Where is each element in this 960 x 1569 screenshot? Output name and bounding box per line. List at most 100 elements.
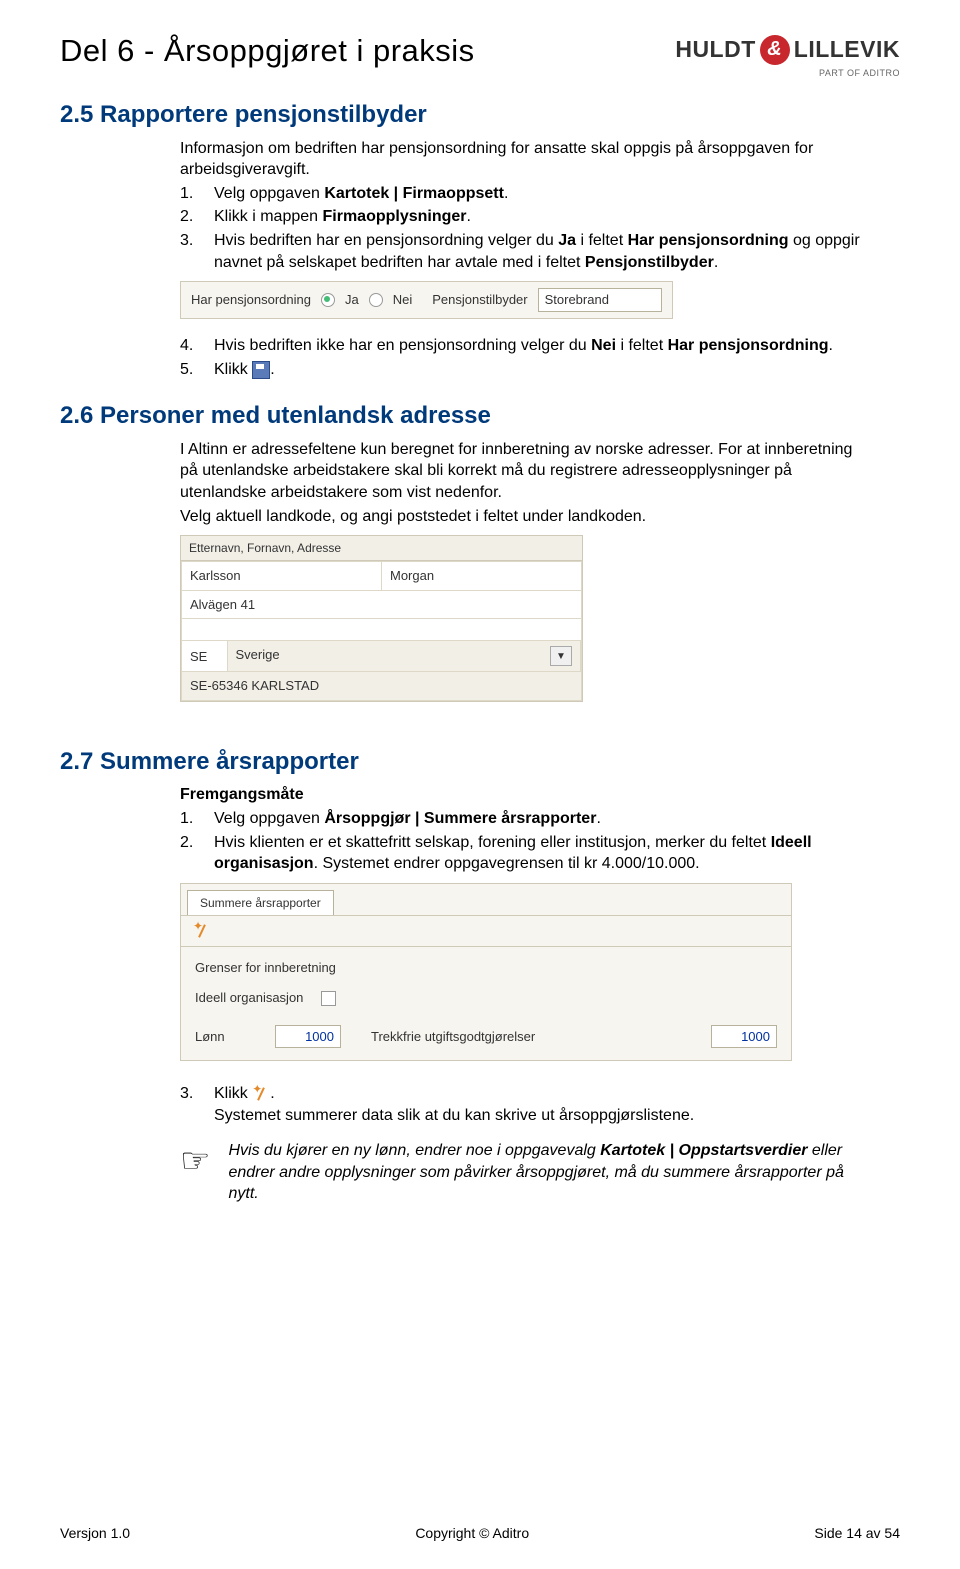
label-nei: Nei <box>393 291 413 309</box>
txt: Hvis klienten er et skattefritt selskap,… <box>214 832 870 875</box>
label-har-pensjon: Har pensjonsordning <box>191 291 311 309</box>
li-2-5-5: 5. Klikk . <box>180 359 870 381</box>
txt: Hvis bedriften ikke har en pensjonsordni… <box>214 335 870 357</box>
t: Klikk <box>214 1085 252 1102</box>
radio-ja[interactable] <box>321 293 335 307</box>
t: . <box>504 185 508 202</box>
t: Hvis bedriften har en pensjonsordning ve… <box>214 232 558 249</box>
label-pensjonstilbyder: Pensjonstilbyder <box>432 291 527 309</box>
input-landkode[interactable]: SE <box>182 641 227 671</box>
t: Hvis bedriften ikke har en pensjonsordni… <box>214 337 591 354</box>
t: . <box>829 337 833 354</box>
li-2-5-4: 4. Hvis bedriften ikke har en pensjonsor… <box>180 335 870 357</box>
input-pensjonstilbyder[interactable]: Storebrand <box>538 288 662 312</box>
fig2-header-label: Etternavn, Fornavn, Adresse <box>189 541 341 555</box>
txt: Velg oppgaven Årsoppgjør | Summere årsra… <box>214 808 870 830</box>
input-lonn[interactable]: 1000 <box>275 1025 341 1049</box>
input-adresse[interactable]: Alvägen 41 <box>182 590 582 619</box>
readonly-poststed: SE-65346 KARLSTAD <box>182 672 582 701</box>
num: 1. <box>180 808 204 830</box>
li-2-7-3: 3. Klikk . Systemet summerer data slik a… <box>180 1083 870 1126</box>
section-2-7-body: Fremgangsmåte 1. Velg oppgaven Årsoppgjø… <box>180 784 870 1205</box>
label-lonn: Lønn <box>195 1028 245 1046</box>
t: i feltet <box>616 337 668 354</box>
t: Kartotek | Firmaoppsett <box>324 185 504 202</box>
t: Årsoppgjør | Summere årsrapporter <box>324 810 596 827</box>
t: Sverige <box>236 647 280 662</box>
logo-main: HULDT & LILLEVIK <box>675 34 900 65</box>
num: 3. <box>180 1083 204 1126</box>
num: 5. <box>180 359 204 381</box>
tab-summere[interactable]: Summere årsrapporter <box>187 890 334 915</box>
fig3-body: Grenser for innberetning Ideell organisa… <box>181 947 791 1060</box>
fig-pensjonsordning: Har pensjonsordning Ja Nei Pensjonstilby… <box>180 281 673 319</box>
sub-fremgang: Fremgangsmåte <box>180 784 870 806</box>
t: . <box>270 1085 274 1102</box>
num: 2. <box>180 206 204 228</box>
header: Del 6 - Årsoppgjøret i praksis HULDT & L… <box>60 30 900 79</box>
note-box: ☞ Hvis du kjører en ny lønn, endrer noe … <box>180 1140 870 1205</box>
t: Hvis klienten er et skattefritt selskap,… <box>214 834 771 851</box>
footer-right: Side 14 av 54 <box>814 1524 900 1543</box>
t: Systemet summerer data slik at du kan sk… <box>214 1107 694 1124</box>
li-2-5-3: 3. Hvis bedriften har en pensjonsordning… <box>180 230 870 273</box>
wand-icon[interactable] <box>193 922 211 940</box>
li-2-5-2: 2. Klikk i mappen Firmaopplysninger. <box>180 206 870 228</box>
t: . <box>714 254 718 271</box>
note-text: Hvis du kjører en ny lønn, endrer noe i … <box>228 1140 870 1205</box>
t: . <box>596 810 600 827</box>
header-title: Del 6 - Årsoppgjøret i praksis <box>60 30 475 72</box>
t: Velg oppgaven <box>214 810 324 827</box>
readonly-land: Sverige ▼ <box>227 641 581 671</box>
t: Har pensjonsordning <box>628 232 789 249</box>
input-fornavn[interactable]: Morgan <box>382 562 582 591</box>
p-2-6-b: Velg aktuell landkode, og angi poststede… <box>180 506 870 528</box>
checkbox-ideell[interactable] <box>321 991 336 1006</box>
t: . Systemet endrer oppgavegrensen til kr … <box>314 855 700 872</box>
logo-subtitle: PART OF ADITRO <box>819 67 900 79</box>
input-trekk[interactable]: 1000 <box>711 1025 777 1049</box>
logo-ampersand-icon: & <box>760 35 790 65</box>
num: 1. <box>180 183 204 205</box>
logo-text-right: LILLEVIK <box>794 34 900 65</box>
t: Nei <box>591 337 616 354</box>
wand-icon[interactable] <box>252 1085 270 1103</box>
num: 2. <box>180 832 204 875</box>
heading-2-6: 2.6 Personer med utenlandsk adresse <box>60 400 900 432</box>
intro-2-5: Informasjon om bedriften har pensjonsord… <box>180 138 870 181</box>
t: Firmaopplysninger <box>323 208 467 225</box>
fig2-table: Karlsson Morgan Alvägen 41 SE Sverige ▼ <box>181 561 582 701</box>
footer: Versjon 1.0 Copyright © Aditro Side 14 a… <box>60 1524 900 1543</box>
num: 4. <box>180 335 204 357</box>
footer-left: Versjon 1.0 <box>60 1524 130 1543</box>
row-ideell: Ideell organisasjon <box>195 989 777 1007</box>
fig-summere: Summere årsrapporter Grenser for innbere… <box>180 883 792 1061</box>
t: . <box>270 361 274 378</box>
radio-nei[interactable] <box>369 293 383 307</box>
logo-text-left: HULDT <box>675 34 755 65</box>
t: Klikk <box>214 361 252 378</box>
fig2-header: Etternavn, Fornavn, Adresse <box>181 536 582 561</box>
footer-mid: Copyright © Aditro <box>415 1524 529 1543</box>
fig-row: Har pensjonsordning Ja Nei Pensjonstilby… <box>191 288 662 312</box>
t: Hvis du kjører en ny lønn, endrer noe i … <box>228 1142 600 1159</box>
label-grenser: Grenser for innberetning <box>195 959 777 977</box>
page: Del 6 - Årsoppgjøret i praksis HULDT & L… <box>0 0 960 1285</box>
num: 3. <box>180 230 204 273</box>
input-etternavn[interactable]: Karlsson <box>182 562 382 591</box>
save-icon[interactable] <box>252 361 270 379</box>
input-blank1[interactable] <box>182 619 582 641</box>
chevron-down-icon[interactable]: ▼ <box>550 646 572 666</box>
li-2-5-1: 1. Velg oppgaven Kartotek | Firmaoppsett… <box>180 183 870 205</box>
row-lonn: Lønn 1000 Trekkfrie utgiftsgodtgjørelser… <box>195 1025 777 1049</box>
txt: Klikk i mappen Firmaopplysninger. <box>214 206 870 228</box>
t: i feltet <box>576 232 628 249</box>
label-ideell: Ideell organisasjon <box>195 990 303 1005</box>
section-2-5-body: Informasjon om bedriften har pensjonsord… <box>180 138 870 381</box>
t: Klikk i mappen <box>214 208 323 225</box>
t: . <box>467 208 471 225</box>
label-ja: Ja <box>345 291 359 309</box>
t: Pensjonstilbyder <box>585 254 714 271</box>
li-2-7-1: 1. Velg oppgaven Årsoppgjør | Summere år… <box>180 808 870 830</box>
p-2-6-a: I Altinn er adressefeltene kun beregnet … <box>180 439 870 504</box>
